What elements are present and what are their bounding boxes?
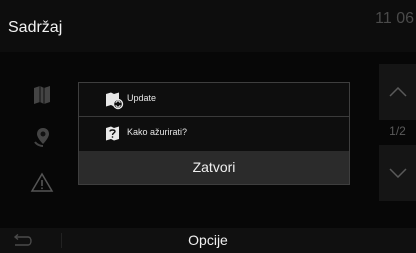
- scroll-down-button[interactable]: [379, 145, 416, 201]
- page-title: Sadržaj: [8, 19, 63, 36]
- scroll-up-button[interactable]: [379, 64, 416, 120]
- menu-item-update[interactable]: Update: [79, 83, 349, 116]
- menu-item-label: Kako ažurirati?: [127, 127, 188, 137]
- page-indicator: 1/2: [389, 124, 406, 138]
- menu-item-how-to-update[interactable]: Kako ažurirati?: [79, 117, 349, 150]
- title-bar: Sadržaj 11 06: [0, 0, 416, 52]
- menu-item-label: Update: [127, 93, 157, 103]
- update-book-icon: [104, 90, 124, 110]
- chevron-up-icon: [388, 87, 407, 97]
- close-button[interactable]: Zatvori: [79, 151, 349, 184]
- help-book-icon: [104, 124, 124, 144]
- bottom-bar: Opcije: [0, 228, 416, 253]
- clock: 11 06: [375, 10, 414, 27]
- options-button[interactable]: Opcije: [0, 232, 416, 248]
- warning-triangle-icon[interactable]: [29, 170, 55, 196]
- chevron-down-icon: [388, 168, 407, 178]
- map-book-icon[interactable]: [29, 82, 55, 108]
- location-pin-icon[interactable]: [29, 124, 55, 150]
- content-popup: Update Kako ažurirati? Zatvori: [78, 82, 350, 185]
